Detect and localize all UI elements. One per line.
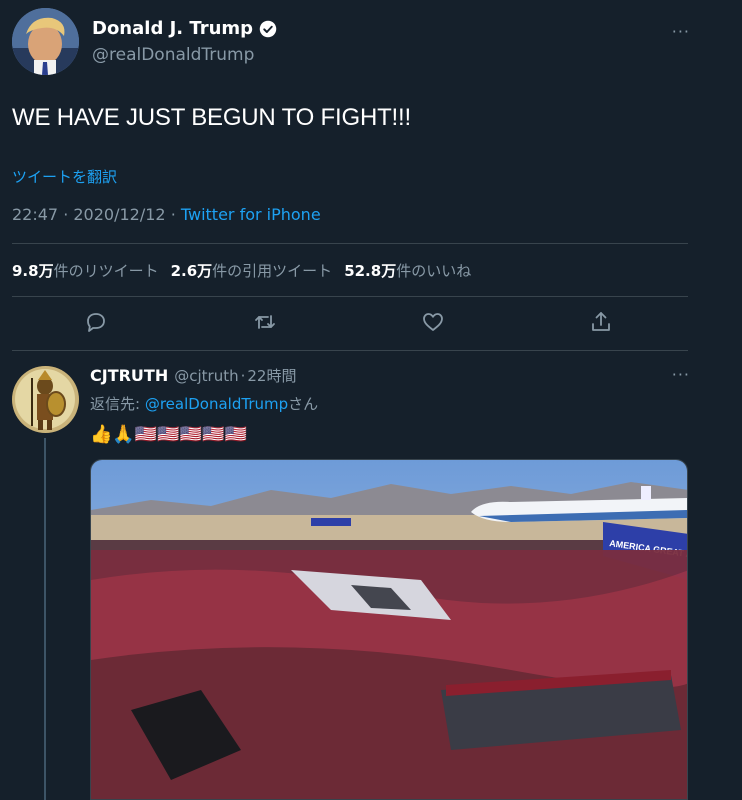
author-name[interactable]: Donald J. Trump xyxy=(92,18,253,39)
share-icon[interactable] xyxy=(589,310,617,338)
reply-media-video[interactable]: AMERICA GREAT AGAIN xyxy=(90,459,688,800)
author-avatar[interactable] xyxy=(12,8,79,75)
reply-author-handle[interactable]: @cjtruth xyxy=(174,367,238,385)
retweet-icon[interactable] xyxy=(253,310,281,338)
reply-avatar-image xyxy=(12,366,79,433)
reply-to-line: 返信先: @realDonaldTrumpさん xyxy=(90,393,318,414)
meta-separator: · xyxy=(63,205,74,224)
divider xyxy=(12,296,688,297)
reply-icon[interactable] xyxy=(84,310,112,338)
tweet-time[interactable]: 22:47 xyxy=(12,205,58,224)
thread-connector-line xyxy=(44,438,46,800)
like-count[interactable]: 52.8万件のいいね xyxy=(344,260,471,281)
translate-link[interactable]: ツイートを翻訳 xyxy=(12,166,117,187)
reply-more-icon[interactable]: ··· xyxy=(672,365,690,384)
reply-to-prefix: 返信先: xyxy=(90,395,145,413)
like-icon[interactable] xyxy=(421,310,449,338)
reply-to-suffix: さん xyxy=(288,395,319,413)
tweet-stats: 9.8万件のリツイート 2.6万件の引用ツイート 52.8万件のいいね xyxy=(12,260,471,281)
tweet-meta: 22:47 · 2020/12/12 · Twitter for iPhone xyxy=(12,205,321,224)
reply-time-separator: · xyxy=(240,367,246,385)
verified-badge-icon xyxy=(259,20,277,37)
quote-count[interactable]: 2.6万件の引用ツイート xyxy=(171,260,333,281)
action-bar xyxy=(0,310,742,338)
reply-text: 👍🙏🇺🇸🇺🇸🇺🇸🇺🇸🇺🇸 xyxy=(90,424,247,445)
reply-author-name[interactable]: CJTRUTH xyxy=(90,366,168,385)
reply-mention-link[interactable]: @realDonaldTrump xyxy=(145,395,288,413)
rally-photo: AMERICA GREAT AGAIN xyxy=(91,460,687,799)
tweet-text: WE HAVE JUST BEGUN TO FIGHT!!! xyxy=(12,104,411,131)
divider xyxy=(12,350,688,351)
reply-author-avatar[interactable] xyxy=(12,366,79,433)
more-icon[interactable]: ··· xyxy=(672,22,690,41)
author-avatar-image xyxy=(12,8,79,75)
reply-header: CJTRUTH @cjtruth · 22時間 xyxy=(90,365,296,386)
tweet-client-link[interactable]: Twitter for iPhone xyxy=(181,205,321,224)
divider xyxy=(12,243,688,244)
reply-time[interactable]: 22時間 xyxy=(247,365,296,386)
tweet-date[interactable]: 2020/12/12 xyxy=(73,205,165,224)
retweet-count[interactable]: 9.8万件のリツイート xyxy=(12,260,159,281)
author-handle[interactable]: @realDonaldTrump xyxy=(92,45,277,65)
meta-separator: · xyxy=(170,205,181,224)
